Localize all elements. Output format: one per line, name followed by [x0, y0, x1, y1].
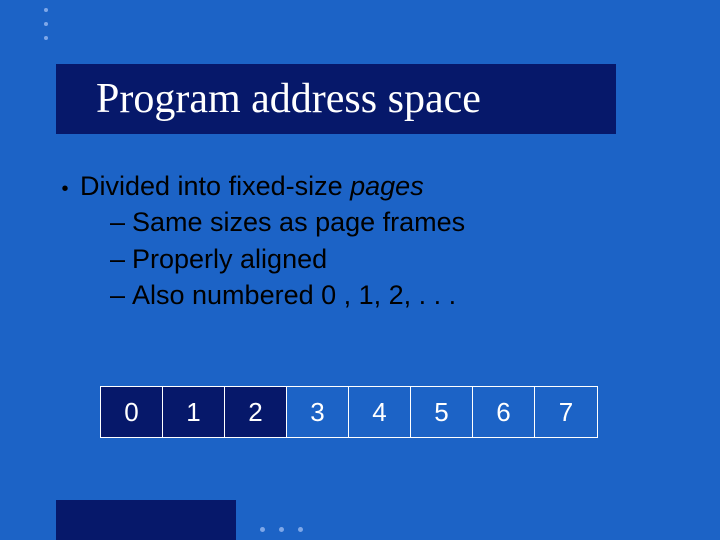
page-cell: 7: [535, 387, 597, 437]
page-cell: 2: [225, 387, 287, 437]
sub-bullet: – Same sizes as page frames: [50, 204, 670, 240]
decoration-dots-top: [44, 8, 48, 40]
bullet-main: • Divided into fixed-size pages: [50, 168, 670, 204]
bullet-icon: •: [50, 176, 80, 203]
dot-icon: [44, 8, 48, 12]
page-cell: 3: [287, 387, 349, 437]
dot-icon: [44, 36, 48, 40]
sub-bullet-text: Also numbered 0 , 1, 2, . . .: [132, 277, 456, 313]
dash-icon: –: [110, 241, 132, 277]
page-cell: 4: [349, 387, 411, 437]
dot-icon: [260, 527, 265, 532]
dash-icon: –: [110, 204, 132, 240]
bullet-text: Divided into fixed-size pages: [80, 168, 424, 204]
dash-icon: –: [110, 277, 132, 313]
bullet-text-emph: pages: [350, 171, 424, 201]
page-cell: 5: [411, 387, 473, 437]
page-cell: 0: [101, 387, 163, 437]
sub-bullet: – Properly aligned: [50, 241, 670, 277]
sub-bullet: – Also numbered 0 , 1, 2, . . .: [50, 277, 670, 313]
page-strip: 0 1 2 3 4 5 6 7: [100, 386, 598, 438]
page-cell: 6: [473, 387, 535, 437]
sub-bullet-text: Properly aligned: [132, 241, 327, 277]
slide-content: • Divided into fixed-size pages – Same s…: [50, 168, 670, 314]
dot-icon: [279, 527, 284, 532]
page-cell: 1: [163, 387, 225, 437]
title-bar: Program address space: [56, 64, 616, 134]
sub-bullet-text: Same sizes as page frames: [132, 204, 465, 240]
decoration-dots-bottom: [260, 527, 303, 532]
dot-icon: [298, 527, 303, 532]
footer-block: [56, 500, 236, 540]
slide-title: Program address space: [96, 75, 481, 123]
dot-icon: [44, 22, 48, 26]
bullet-text-prefix: Divided into fixed-size: [80, 171, 350, 201]
